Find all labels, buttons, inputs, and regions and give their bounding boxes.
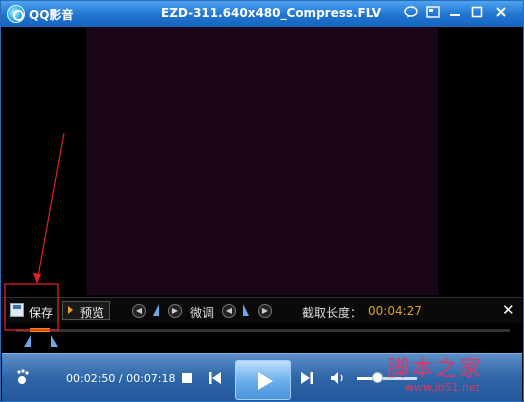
footprint-icon[interactable] — [16, 368, 36, 386]
close-icon[interactable] — [493, 6, 509, 21]
capture-length-value: 00:04:27 — [368, 304, 422, 318]
app-logo-icon[interactable] — [7, 5, 25, 23]
volume-knob[interactable] — [372, 372, 383, 383]
file-title: EZD-311.640x480_Compress.FLV — [161, 6, 382, 20]
play-icon — [258, 372, 273, 390]
video-area[interactable] — [2, 27, 522, 297]
current-time: 00:02:50 — [66, 372, 116, 385]
capture-toolbar: 保存 预览 ◀ ▶ 微调 ◀ ▶ 截取长度： 00:04:27 ✕ — [2, 297, 522, 323]
capture-length-label: 截取长度： — [302, 306, 363, 320]
fine-tune-label: 微调 — [190, 306, 215, 320]
play-small-icon — [68, 306, 73, 314]
app-name: QQ影音 — [29, 8, 74, 22]
timeline-track[interactable] — [16, 329, 510, 332]
stop-button[interactable] — [182, 373, 192, 383]
time-separator: / — [115, 372, 127, 385]
player-window: QQ影音 EZD-311.640x480_Compress.FLV 保存 预览 … — [0, 0, 524, 402]
close-capture-button[interactable]: ✕ — [502, 301, 515, 319]
end-next-button[interactable]: ▶ — [258, 304, 272, 318]
start-next-button[interactable]: ▶ — [168, 304, 182, 318]
skin-icon[interactable] — [425, 6, 441, 21]
total-time: 00:07:18 — [126, 372, 176, 385]
preview-button[interactable]: 预览 — [62, 301, 110, 320]
save-button[interactable]: 保存 — [29, 304, 53, 321]
start-marker-icon — [153, 304, 159, 316]
playback-time: 00:02:50 / 00:07:18 — [66, 372, 176, 385]
capture-timeline[interactable] — [2, 323, 522, 353]
minimize-icon[interactable] — [447, 6, 463, 21]
start-prev-button[interactable]: ◀ — [132, 304, 146, 318]
save-icon[interactable] — [10, 303, 24, 317]
timeline-selection[interactable] — [30, 328, 50, 332]
end-handle-icon[interactable] — [50, 335, 58, 347]
video-frame[interactable] — [86, 27, 438, 295]
title-bar[interactable]: QQ影音 EZD-311.640x480_Compress.FLV — [1, 1, 523, 27]
play-button[interactable] — [235, 360, 291, 400]
end-marker-icon — [243, 304, 249, 316]
start-handle-icon[interactable] — [24, 335, 32, 347]
previous-icon[interactable] — [208, 371, 222, 385]
end-prev-button[interactable]: ◀ — [222, 304, 236, 318]
maximize-icon[interactable] — [469, 6, 485, 21]
chat-icon[interactable] — [403, 6, 419, 21]
preview-label: 预览 — [80, 306, 105, 320]
watermark-text: 脚本之家 — [387, 357, 484, 382]
next-icon[interactable] — [300, 371, 314, 385]
volume-icon[interactable] — [330, 371, 346, 385]
watermark-url: www.jb51.net — [405, 381, 481, 394]
